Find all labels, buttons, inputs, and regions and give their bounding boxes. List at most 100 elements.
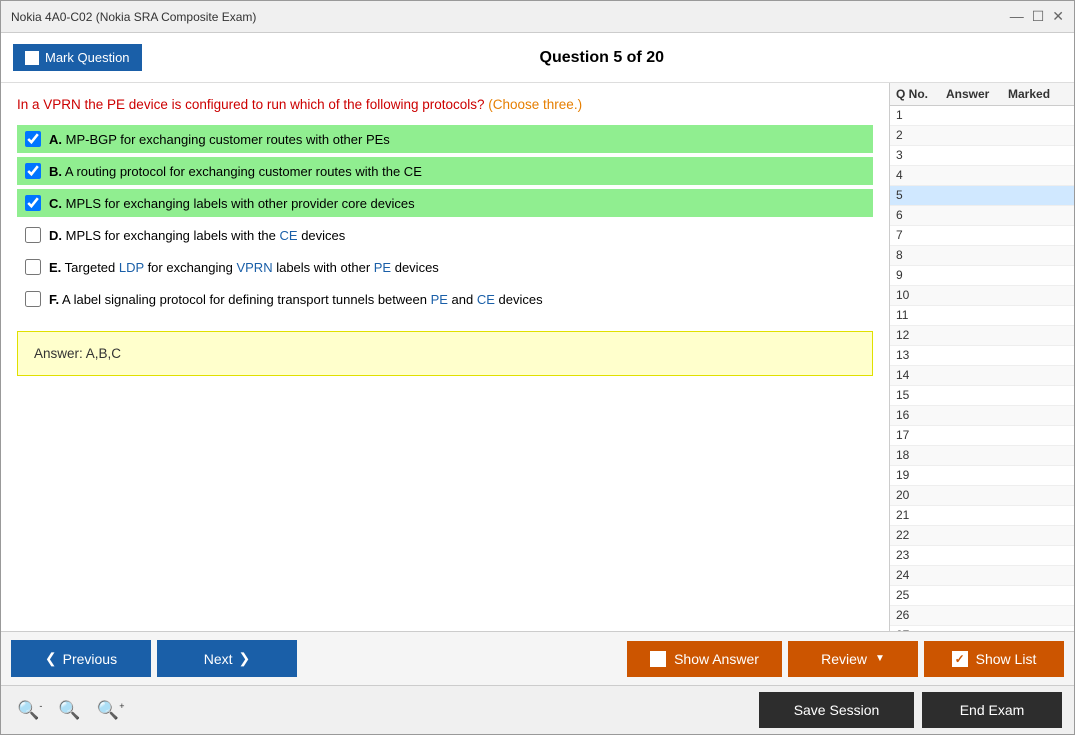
title-bar: Nokia 4A0-C02 (Nokia SRA Composite Exam)… [1,1,1074,33]
sidebar-row[interactable]: 20 [890,486,1074,506]
sidebar-row[interactable]: 12 [890,326,1074,346]
sidebar-answer [946,588,1008,603]
option-c[interactable]: C. MPLS for exchanging labels with other… [17,189,873,217]
checkbox-a[interactable] [25,131,41,147]
end-exam-label: End Exam [960,702,1025,718]
sidebar-qno: 5 [896,188,946,203]
sidebar-row[interactable]: 5 [890,186,1074,206]
next-label: Next [204,651,233,667]
option-a[interactable]: A. MP-BGP for exchanging customer routes… [17,125,873,153]
sidebar-marked [1008,368,1068,383]
question-choose: (Choose three.) [488,97,582,112]
sidebar-answer [946,548,1008,563]
sidebar-marked [1008,428,1068,443]
sidebar-qno: 4 [896,168,946,183]
minimize-icon[interactable]: — [1010,8,1024,25]
mark-question-button[interactable]: Mark Question [13,44,142,71]
sidebar-marked [1008,328,1068,343]
sidebar-row[interactable]: 19 [890,466,1074,486]
next-arrow-icon [239,650,251,667]
sidebar-qno: 9 [896,268,946,283]
zoom-in-button[interactable]: 🔍+ [93,700,129,721]
sidebar-row[interactable]: 26 [890,606,1074,626]
sidebar-answer [946,368,1008,383]
sidebar-answer [946,408,1008,423]
col-answer: Answer [946,87,1008,101]
answer-box: Answer: A,B,C [17,331,873,376]
option-b[interactable]: B. A routing protocol for exchanging cus… [17,157,873,185]
previous-button[interactable]: Previous [11,640,151,677]
show-answer-button[interactable]: Show Answer [627,641,782,677]
sidebar-qno: 6 [896,208,946,223]
sidebar-marked [1008,448,1068,463]
review-label: Review [821,651,867,667]
zoom-reset-button[interactable]: 🔍 [54,700,84,721]
col-marked: Marked [1008,87,1068,101]
maximize-icon[interactable]: ☐ [1032,8,1045,25]
sidebar-row[interactable]: 10 [890,286,1074,306]
save-session-button[interactable]: Save Session [759,692,914,728]
sidebar-marked [1008,508,1068,523]
sidebar-row[interactable]: 4 [890,166,1074,186]
checkbox-f[interactable] [25,291,41,307]
sidebar-row[interactable]: 24 [890,566,1074,586]
sidebar-row[interactable]: 7 [890,226,1074,246]
show-list-checkbox-icon [952,651,968,667]
checkbox-c[interactable] [25,195,41,211]
sidebar-row[interactable]: 21 [890,506,1074,526]
sidebar-marked [1008,588,1068,603]
sidebar-row[interactable]: 9 [890,266,1074,286]
sidebar-qno: 24 [896,568,946,583]
sidebar-answer [946,108,1008,123]
save-session-label: Save Session [794,702,880,718]
option-f[interactable]: F. A label signaling protocol for defini… [17,285,873,313]
sidebar-row[interactable]: 3 [890,146,1074,166]
main-content: In a VPRN the PE device is configured to… [1,83,1074,631]
sidebar-answer [946,448,1008,463]
option-a-text: A. MP-BGP for exchanging customer routes… [49,132,390,147]
sidebar-row[interactable]: 16 [890,406,1074,426]
sidebar-marked [1008,268,1068,283]
sidebar-row[interactable]: 17 [890,426,1074,446]
close-icon[interactable]: ✕ [1052,8,1064,25]
sidebar-marked [1008,108,1068,123]
sidebar-row[interactable]: 18 [890,446,1074,466]
sidebar-marked [1008,168,1068,183]
next-button[interactable]: Next [157,640,297,677]
review-button[interactable]: Review ▼ [788,641,918,677]
sidebar-qno: 15 [896,388,946,403]
sidebar-row[interactable]: 11 [890,306,1074,326]
end-exam-button[interactable]: End Exam [922,692,1062,728]
sidebar-row[interactable]: 6 [890,206,1074,226]
sidebar-qno: 16 [896,408,946,423]
review-arrow-icon: ▼ [875,653,885,664]
checkbox-e[interactable] [25,259,41,275]
sidebar: Q No. Answer Marked 1 2 3 4 5 [889,83,1074,631]
sidebar-row[interactable]: 13 [890,346,1074,366]
sidebar-qno: 8 [896,248,946,263]
checkbox-d[interactable] [25,227,41,243]
zoom-bar: 🔍- 🔍 🔍+ Save Session End Exam [1,685,1074,734]
sidebar-marked [1008,388,1068,403]
question-area: In a VPRN the PE device is configured to… [1,83,889,631]
sidebar-row[interactable]: 15 [890,386,1074,406]
zoom-out-button[interactable]: 🔍- [13,700,46,721]
sidebar-row[interactable]: 1 [890,106,1074,126]
option-e[interactable]: E. Targeted LDP for exchanging VPRN labe… [17,253,873,281]
checkbox-b[interactable] [25,163,41,179]
sidebar-list[interactable]: 1 2 3 4 5 6 7 8 [890,106,1074,631]
sidebar-qno: 3 [896,148,946,163]
option-d[interactable]: D. MPLS for exchanging labels with the C… [17,221,873,249]
sidebar-marked [1008,228,1068,243]
show-list-button[interactable]: Show List [924,641,1064,677]
sidebar-row[interactable]: 22 [890,526,1074,546]
sidebar-row[interactable]: 25 [890,586,1074,606]
sidebar-answer [946,348,1008,363]
sidebar-row[interactable]: 2 [890,126,1074,146]
sidebar-row[interactable]: 8 [890,246,1074,266]
sidebar-row[interactable]: 23 [890,546,1074,566]
show-answer-checkbox-icon [650,651,666,667]
sidebar-qno: 18 [896,448,946,463]
sidebar-row[interactable]: 14 [890,366,1074,386]
sidebar-marked [1008,128,1068,143]
